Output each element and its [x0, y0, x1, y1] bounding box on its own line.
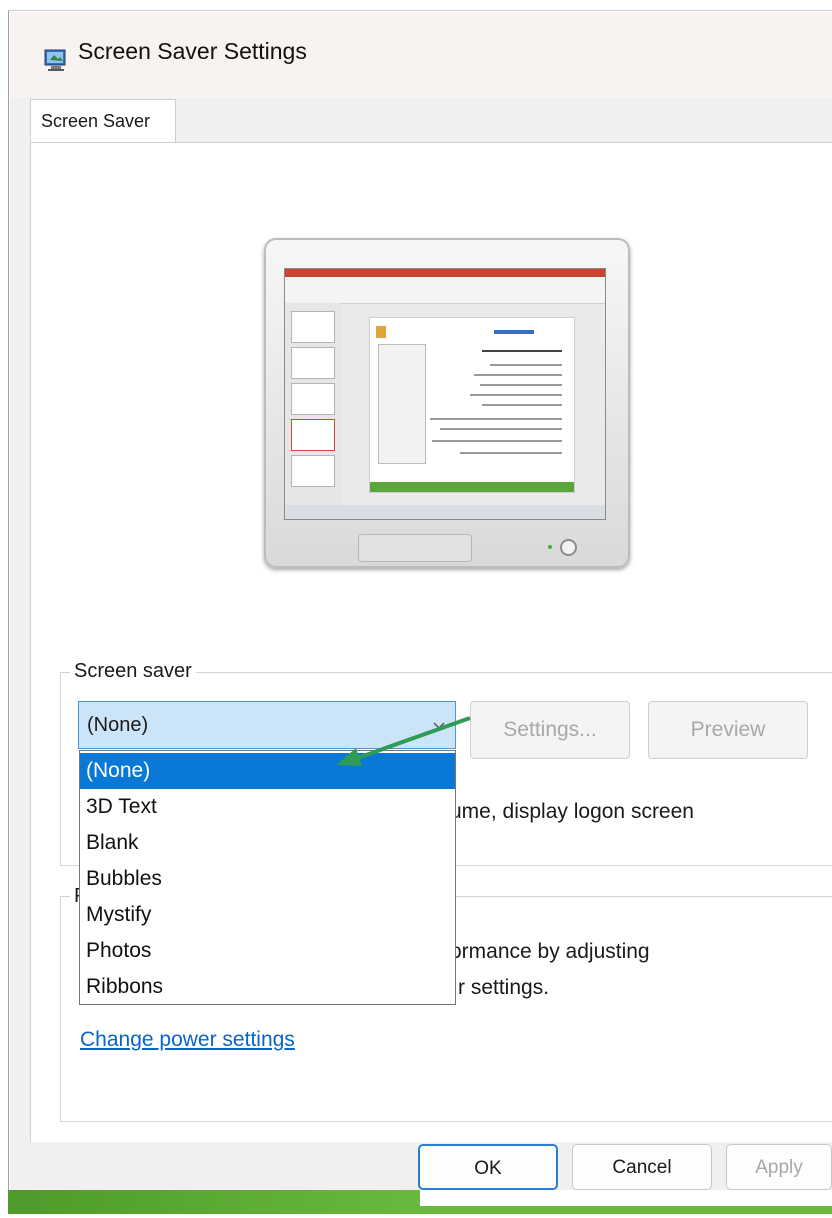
cancel-button[interactable]: Cancel [572, 1144, 712, 1190]
preview-green-bar [370, 482, 574, 492]
screen-saver-app-icon [44, 49, 66, 71]
dropdown-option-blank[interactable]: Blank [80, 825, 455, 861]
preview-thumbnails [285, 303, 341, 505]
screen-saver-dropdown-list: (None) 3D Text Blank Bubbles Mystify Pho… [79, 750, 456, 1005]
preview-thumb [291, 347, 335, 379]
preview-thumb [291, 419, 335, 451]
screen-saver-group-label: Screen saver [70, 660, 196, 683]
preview-titlebar [285, 269, 605, 277]
settings-button[interactable]: Settings... [470, 701, 630, 759]
monitor-preview [264, 238, 630, 568]
preview-thumb [291, 383, 335, 415]
title-bar: Screen Saver Settings [10, 12, 832, 98]
ok-button[interactable]: OK [418, 1144, 558, 1190]
dropdown-option-3d-text[interactable]: 3D Text [80, 789, 455, 825]
tab-screen-saver[interactable]: Screen Saver [30, 99, 176, 143]
power-description-line1: ormance by adjusting [450, 940, 650, 963]
annotation-arrow [336, 716, 471, 766]
desktop-background-edge [8, 1190, 420, 1214]
preview-slide [369, 317, 575, 493]
preview-thumb [291, 455, 335, 487]
preview-taskbar [285, 505, 605, 519]
preview-button[interactable]: Preview [648, 701, 808, 759]
resume-logon-text: ume, display logon screen [450, 800, 694, 823]
dropdown-option-ribbons[interactable]: Ribbons [80, 969, 455, 1005]
combobox-value: (None) [87, 714, 149, 736]
dropdown-option-bubbles[interactable]: Bubbles [80, 861, 455, 897]
monitor-stand [358, 534, 472, 562]
preview-ribbon [285, 277, 605, 304]
dropdown-option-photos[interactable]: Photos [80, 933, 455, 969]
power-description-line2: r settings. [458, 976, 550, 999]
power-button-icon [560, 539, 577, 556]
preview-thumb [291, 311, 335, 343]
desktop-background-edge [420, 1206, 832, 1214]
power-led [548, 545, 552, 549]
change-power-settings-link[interactable]: Change power settings [80, 1028, 295, 1052]
window-title: Screen Saver Settings [78, 38, 307, 64]
preview-screen [284, 268, 606, 520]
dropdown-option-mystify[interactable]: Mystify [80, 897, 455, 933]
apply-button[interactable]: Apply [726, 1144, 832, 1190]
